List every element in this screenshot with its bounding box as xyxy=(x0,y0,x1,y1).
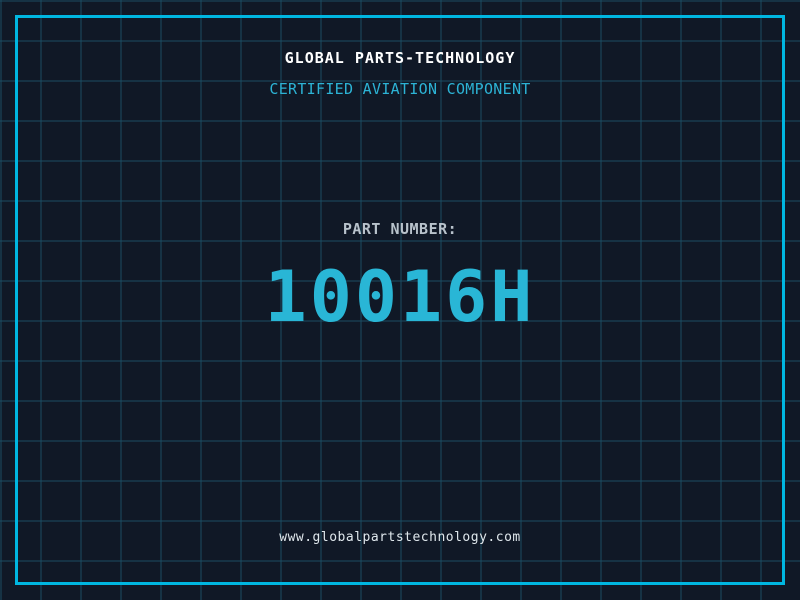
part-number-label: PART NUMBER: xyxy=(342,220,458,238)
grid-background: GLOBAL PARTS-TECHNOLOGY CERTIFIED AVIATI… xyxy=(0,0,800,600)
page-subtitle: CERTIFIED AVIATION COMPONENT xyxy=(269,80,531,98)
website-url: www.globalpartstechnology.com xyxy=(279,530,521,545)
part-number-value: 10016H xyxy=(264,256,536,338)
page-title: GLOBAL PARTS-TECHNOLOGY xyxy=(284,49,516,67)
